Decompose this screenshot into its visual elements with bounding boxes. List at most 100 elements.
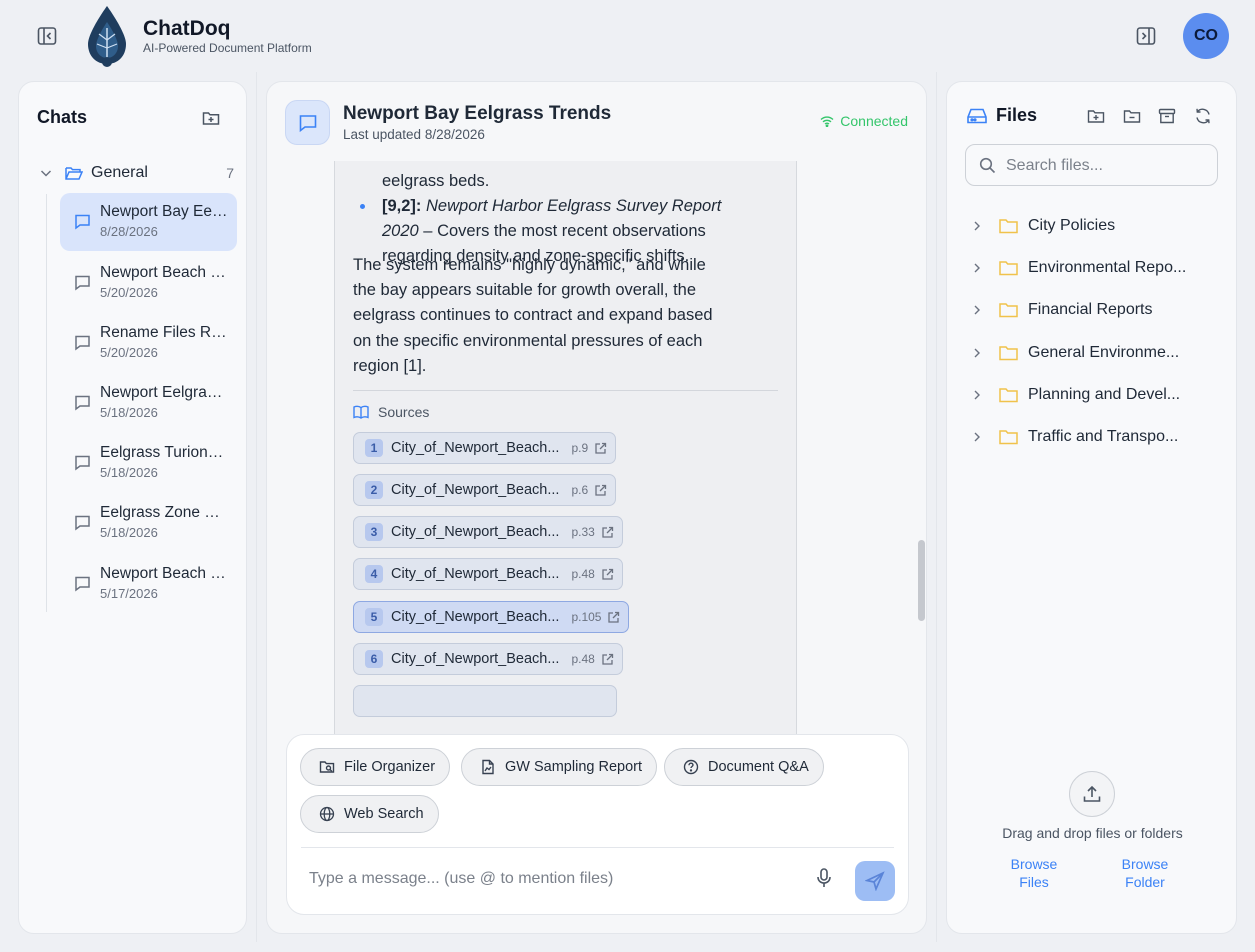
chevron-right-icon — [971, 389, 985, 401]
source-page: p.48 — [571, 652, 595, 666]
folder-name: Financial Reports — [1028, 301, 1153, 318]
file-organizer-label: File Organizer — [344, 759, 436, 775]
chat-item[interactable]: Eelgrass Zone Mapping 5/18/2026 — [60, 494, 237, 552]
send-button[interactable] — [855, 861, 895, 901]
assistant-message: eelgrass beds. [9,2]: Newport Harbor Eel… — [334, 161, 797, 797]
chat-item[interactable]: Rename Files Request 5/20/2026 — [60, 314, 237, 372]
folder-icon — [999, 345, 1018, 361]
source-page: p.33 — [571, 525, 595, 539]
chevron-right-icon — [971, 262, 985, 274]
refresh-icon[interactable] — [1193, 106, 1213, 126]
external-link-icon[interactable] — [594, 484, 607, 497]
chat-item[interactable]: Newport Beach Eelgrass 5/20/2026 — [60, 254, 237, 312]
source-number: 4 — [365, 565, 383, 583]
source-chip-partial[interactable] — [353, 685, 617, 717]
chat-date: 5/18/2026 — [100, 465, 158, 480]
message-input[interactable] — [309, 870, 789, 888]
tree-line — [46, 194, 47, 612]
bullet-dot — [360, 204, 365, 209]
external-link-icon[interactable] — [601, 526, 614, 539]
file-organizer-button[interactable]: File Organizer — [300, 748, 451, 786]
user-avatar[interactable]: CO — [1183, 13, 1229, 59]
chat-folder-general[interactable]: General 7 — [39, 162, 234, 184]
source-name: City_of_Newport_Beach... — [391, 524, 560, 540]
upload-button[interactable] — [1069, 771, 1115, 817]
source-chip[interactable]: 6 City_of_Newport_Beach... p.48 — [353, 643, 623, 675]
chat-date: 5/17/2026 — [100, 586, 158, 601]
left-divider — [256, 72, 257, 942]
gw-sampling-report-button[interactable]: GW Sampling Report — [461, 748, 657, 786]
folder-icon — [999, 429, 1018, 445]
wifi-icon — [820, 115, 834, 127]
sources-header: Sources — [353, 404, 429, 420]
external-link-icon[interactable] — [607, 611, 620, 624]
chat-folder-count: 7 — [226, 165, 234, 181]
browse-folder-link[interactable]: Browse Folder — [1115, 855, 1175, 891]
new-folder-icon[interactable] — [201, 108, 221, 128]
chevron-right-icon — [971, 431, 985, 443]
archive-icon[interactable] — [1157, 106, 1177, 126]
new-folder-icon[interactable] — [1086, 106, 1106, 126]
drop-zone-text: Drag and drop files or folders — [1002, 825, 1183, 841]
file-folder-row[interactable]: City Policies — [971, 214, 1221, 238]
file-folder-row[interactable]: Planning and Devel... — [971, 383, 1221, 407]
web-search-label: Web Search — [344, 806, 424, 822]
file-folder-row[interactable]: Environmental Repo... — [971, 256, 1221, 280]
chevron-right-icon — [971, 220, 985, 232]
source-page: p.105 — [571, 610, 602, 624]
sources-divider — [353, 390, 778, 391]
bullet-prev-tail: eelgrass beds. — [382, 172, 490, 190]
file-search-box[interactable] — [965, 144, 1218, 186]
folder-icon — [999, 302, 1018, 318]
file-folder-row[interactable]: Financial Reports — [971, 298, 1221, 322]
conversation-panel: Newport Bay Eelgrass Trends Last updated… — [266, 81, 927, 934]
file-search-input[interactable] — [1006, 157, 1206, 175]
chat-date: 8/28/2026 — [100, 224, 158, 239]
document-qa-button[interactable]: Document Q&A — [664, 748, 824, 786]
browse-files-link[interactable]: Browse Files — [1006, 855, 1062, 891]
file-folder-row[interactable]: General Environme... — [971, 341, 1221, 365]
file-folder-row[interactable]: Traffic and Transpo... — [971, 425, 1221, 449]
folder-name: Environmental Repo... — [1028, 259, 1187, 276]
source-number: 2 — [365, 481, 383, 499]
connection-status-label: Connected — [840, 113, 908, 129]
chat-item[interactable]: Newport Beach Harbor 5/17/2026 — [60, 555, 237, 613]
sources-label: Sources — [378, 404, 430, 420]
source-page: p.9 — [571, 441, 589, 455]
collapse-folders-icon[interactable] — [1122, 106, 1142, 126]
external-link-icon[interactable] — [601, 568, 614, 581]
chevron-right-icon — [971, 304, 985, 316]
folder-icon — [999, 260, 1018, 276]
chat-item[interactable]: Newport Bay Eelgrass Trends 8/28/2026 — [60, 193, 237, 251]
external-link-icon[interactable] — [601, 653, 614, 666]
chat-item[interactable]: Newport Eelgrass Survey 5/18/2026 — [60, 374, 237, 432]
web-search-button[interactable]: Web Search — [300, 795, 439, 833]
folder-open-icon — [65, 165, 83, 181]
microphone-icon[interactable] — [814, 867, 834, 894]
chat-item[interactable]: Eelgrass Turions Count 5/18/2026 — [60, 434, 237, 492]
chat-date: 5/18/2026 — [100, 525, 158, 540]
source-chip[interactable]: 4 City_of_Newport_Beach... p.48 — [353, 558, 623, 590]
chat-title: Eelgrass Zone Mapping — [100, 504, 228, 521]
source-chip[interactable]: 2 City_of_Newport_Beach... p.6 — [353, 474, 617, 506]
app-name: ChatDoq — [143, 17, 231, 40]
help-circle-icon — [683, 759, 699, 775]
source-name: City_of_Newport_Beach... — [391, 440, 560, 456]
source-page: p.48 — [571, 567, 595, 581]
source-number: 6 — [365, 650, 383, 668]
source-page: p.6 — [571, 483, 589, 497]
chat-title: Rename Files Request — [100, 324, 228, 341]
toggle-files-panel-icon[interactable] — [1135, 25, 1157, 47]
source-chip[interactable]: 5 City_of_Newport_Beach... p.105 — [353, 601, 630, 633]
source-chip[interactable]: 1 City_of_Newport_Beach... p.9 — [353, 432, 617, 464]
message-scrollbar[interactable] — [918, 540, 925, 621]
upload-icon — [1082, 784, 1102, 804]
connection-status: Connected — [820, 113, 908, 129]
source-number: 3 — [365, 523, 383, 541]
source-chip[interactable]: 3 City_of_Newport_Beach... p.33 — [353, 516, 623, 548]
external-link-icon[interactable] — [594, 442, 607, 455]
collapse-sidebar-icon[interactable] — [36, 25, 58, 47]
folder-icon — [999, 218, 1018, 234]
folder-name: Planning and Devel... — [1028, 386, 1181, 403]
message-scroll-area[interactable]: eelgrass beds. [9,2]: Newport Harbor Eel… — [267, 161, 928, 797]
